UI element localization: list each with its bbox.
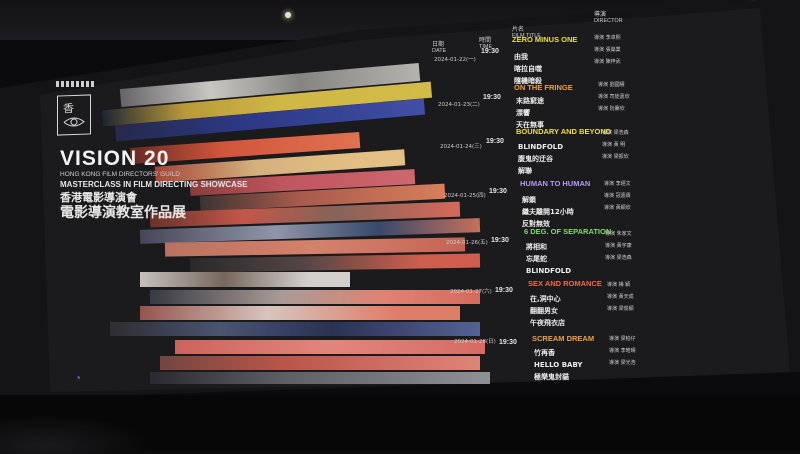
film-title: HELLO BABY [534, 361, 583, 369]
director-name: 導演 阮賽欣 [598, 106, 625, 112]
guild-logo: 香 [57, 94, 91, 136]
program-title: ON THE FRINGE [514, 83, 573, 92]
program-title: HUMAN TO HUMAN [520, 179, 591, 188]
film-title: BLINDFOLD [518, 143, 564, 151]
collage-strip [140, 272, 350, 287]
session-time: 19:30 [483, 94, 501, 101]
director-name: 導演 朱家文 [605, 231, 632, 237]
director-name: 導演 梁浩森 [605, 255, 632, 261]
program-title: SEX AND ROMANCE [528, 279, 602, 288]
guild-name-zh: 香港電影導演會 [60, 191, 137, 204]
film-title: 極樂鬼封貓 [534, 373, 569, 381]
session-date: 2024-01-23(二) [438, 102, 480, 108]
showcase-subtitle-en: MASTERCLASS IN FILM DIRECTING SHOWCASE [60, 180, 248, 189]
session-date: 2024-01-22(一) [434, 57, 476, 63]
film-title: 翻翻男女 [530, 307, 558, 315]
collage-strip [140, 306, 460, 320]
cinema-screen: 香 VISION 20 HONG KONG FILM DIRECTORS' GU… [0, 0, 800, 450]
director-name: 導演 梁柏仔 [609, 336, 636, 342]
director-name: 導演 張燊業 [594, 47, 621, 53]
session-time: 19:30 [495, 287, 513, 294]
director-name: 導演 李卓熙 [594, 35, 621, 41]
session-time: 19:30 [481, 48, 499, 55]
film-title: BLINDFOLD [526, 267, 572, 275]
film-title: 在,洞中心 [530, 295, 561, 303]
audience-silhouette [0, 414, 150, 454]
date-header-en: DATE [432, 48, 447, 54]
collage-strip [150, 290, 480, 304]
session-time: 19:30 [491, 237, 509, 244]
director-name: 導演 黃穎欣 [604, 205, 631, 211]
session-time: 19:30 [489, 188, 507, 195]
director-name: 導演 梁振欣 [602, 154, 629, 160]
program-title: 6 DEG. OF SEPARATION [524, 227, 612, 236]
screen-corner-icon: ◔ [74, 371, 82, 385]
director-name: 導演 黃 明 [602, 142, 626, 148]
session-date: 2024-01-25(四) [444, 193, 486, 199]
film-title: 繼夫離開12小時 [522, 208, 574, 216]
film-title: 竹再香 [534, 349, 555, 357]
director-header-en: DIRECTOR [594, 18, 623, 24]
film-title: 解鎖 [522, 196, 536, 204]
collage-strip [110, 322, 480, 336]
session-date: 2024-01-28(日) [454, 339, 496, 345]
film-title: 漂響 [516, 109, 530, 117]
session-date: 2024-01-26(五) [446, 240, 488, 246]
film-title: 腹鬼的迂谷 [518, 155, 553, 163]
director-name: 導演 李皓晴 [609, 348, 636, 354]
director-name: 導演 李經文 [604, 181, 631, 187]
film-title: 午夜飛衣店 [530, 319, 565, 327]
showcase-title: VISION 20 [60, 147, 170, 170]
program-title: SCREAM DREAM [532, 334, 595, 343]
collage-strip [150, 372, 490, 384]
showcase-subtitle-zh: 電影導演教室作品展 [60, 205, 186, 221]
svg-text:香: 香 [63, 102, 74, 115]
session-time: 19:30 [499, 339, 517, 346]
collage-strip [175, 340, 485, 354]
director-name: 導演 楊 穎 [607, 282, 631, 288]
film-title: 忘尾蛇 [526, 255, 547, 263]
session-date: 2024-01-24(三) [440, 144, 482, 150]
director-name: 導演 司徒嘉欣 [598, 94, 630, 100]
program-title: ZERO MINUS ONE [512, 35, 578, 44]
collage-strip [160, 356, 480, 370]
director-name: 導演 黃宇康 [605, 243, 632, 249]
film-title: 喀拉自噬 [514, 65, 542, 73]
guild-name-en: HONG KONG FILM DIRECTORS' GUILD [60, 171, 180, 178]
director-name: 導演 冠嘉霖 [604, 193, 631, 199]
program-title: BOUNDARY AND BEYOND [516, 127, 612, 136]
film-title: 由我 [514, 53, 528, 61]
film-title: 解聯 [518, 167, 532, 175]
guild-logo-icon: 香 [63, 102, 85, 127]
director-name: 導演 梁光浩 [609, 360, 636, 366]
session-date: 2024-01-27(六) [450, 289, 492, 295]
director-name: 導演 梁浩森 [602, 130, 629, 136]
director-name: 導演 梁俊穎 [607, 306, 634, 312]
film-title: 末路窮途 [516, 97, 544, 105]
director-name: 導演 陳梓武 [594, 59, 621, 65]
director-name: 導演 黃天成 [607, 294, 634, 300]
film-title: 將相和 [526, 243, 547, 251]
guild-logo-mark [56, 81, 94, 87]
session-time: 19:30 [486, 138, 504, 145]
director-name: 導演 劉國權 [598, 82, 625, 88]
